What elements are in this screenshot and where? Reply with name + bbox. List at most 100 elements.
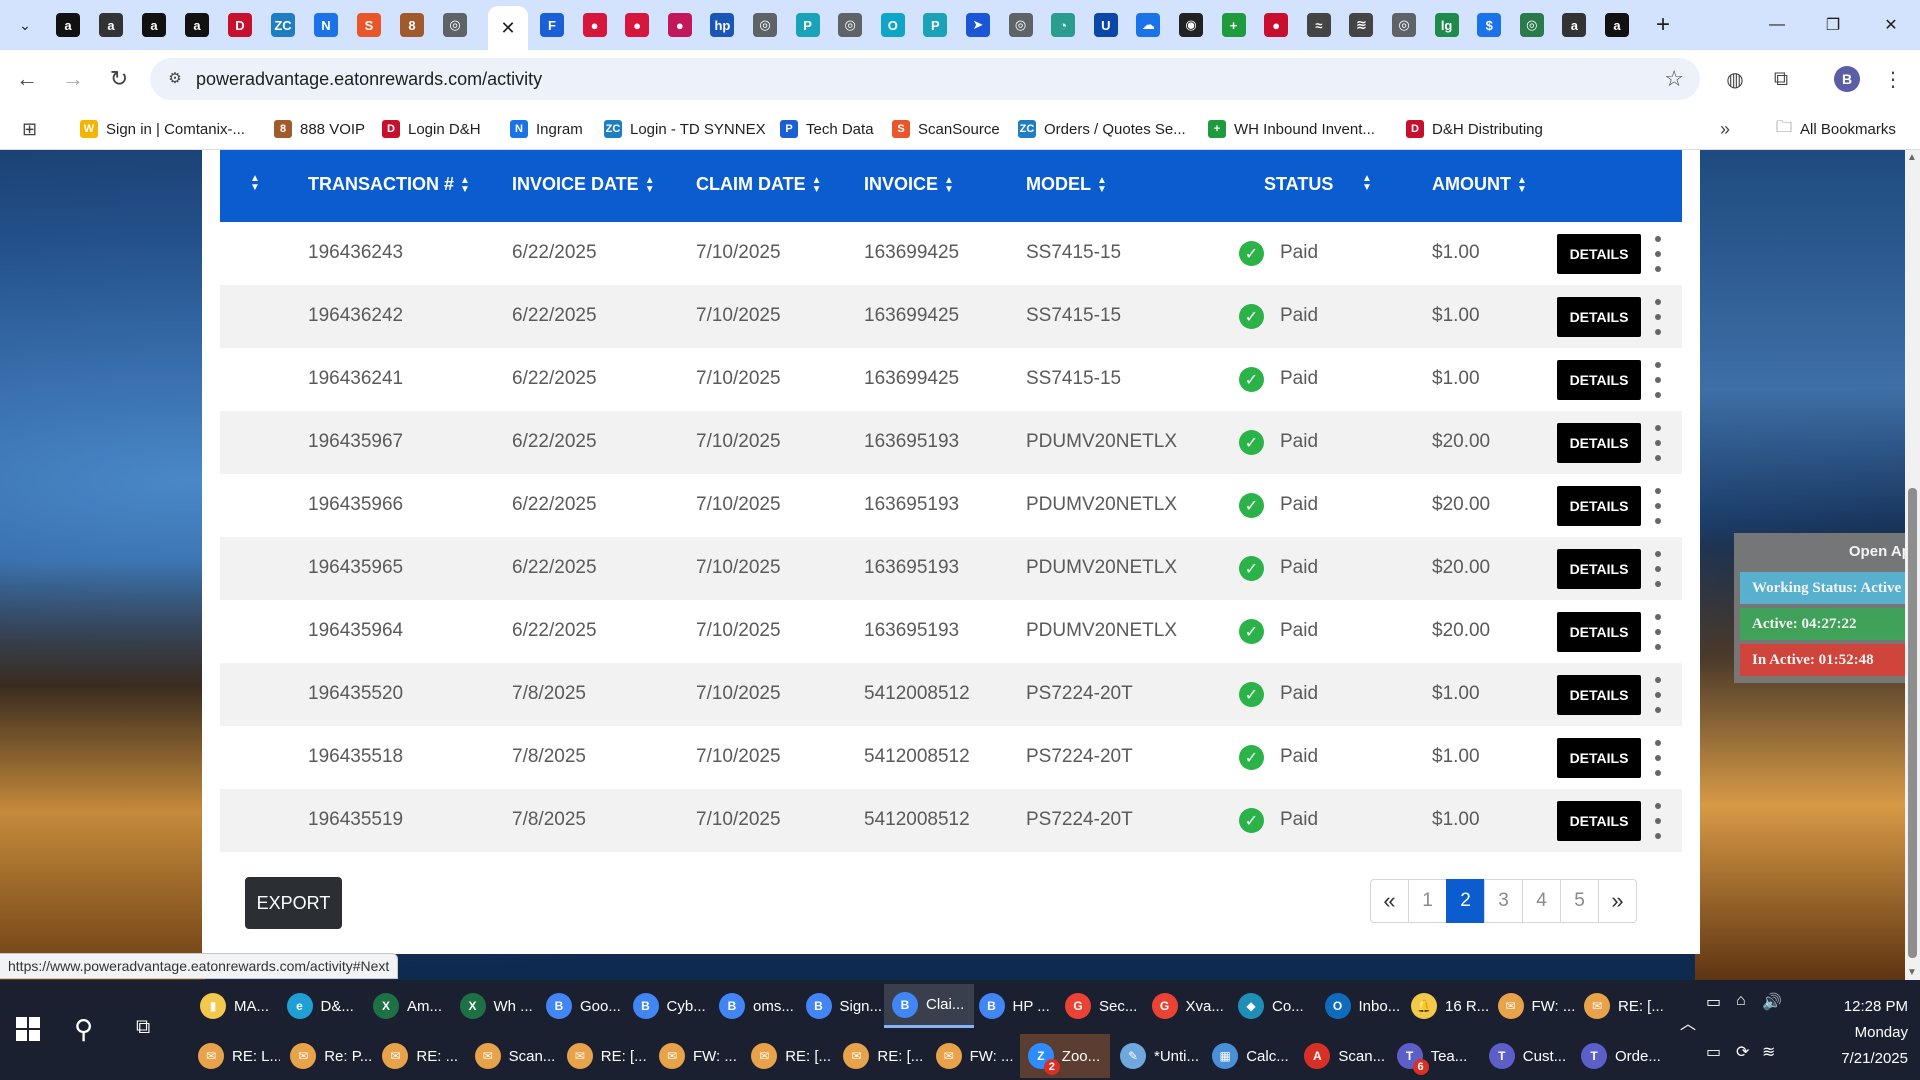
tab-favicon-icon[interactable]: ◎ [753, 13, 777, 37]
taskbar-app[interactable]: G Xva... [1144, 984, 1234, 1028]
details-button[interactable]: DETAILS [1557, 612, 1641, 652]
pagination-page[interactable]: 3 [1484, 879, 1523, 923]
export-button[interactable]: EXPORT [245, 877, 342, 929]
tab-favicon-icon[interactable]: ◎ [443, 13, 467, 37]
taskbar-app[interactable]: ◆ Co... [1230, 984, 1320, 1028]
row-menu-kebab-icon[interactable] [1652, 425, 1664, 461]
tab-favicon-icon[interactable]: ◔ [1051, 13, 1076, 37]
taskbar-app[interactable]: Z 2 Zoo... [1019, 1034, 1110, 1078]
tab-favicon-icon[interactable]: + [1221, 13, 1246, 37]
tab-favicon-icon[interactable]: ● [582, 13, 607, 37]
header-status[interactable]: STATUS [1264, 174, 1333, 195]
tab-favicon-icon[interactable]: ◎ [1392, 13, 1416, 37]
taskbar-app[interactable]: e D&... [279, 984, 369, 1028]
tab-favicon-icon[interactable]: ● [1264, 13, 1289, 37]
scroll-up-icon[interactable]: ▲ [1907, 152, 1917, 163]
taskbar-app[interactable]: X Wh ... [452, 984, 542, 1028]
tab-favicon-icon[interactable]: ZC [271, 13, 295, 37]
browser-menu-icon[interactable]: ⋮ [1878, 64, 1908, 94]
profile-avatar[interactable]: B [1834, 66, 1860, 92]
details-button[interactable]: DETAILS [1557, 423, 1641, 463]
tab-favicon-icon[interactable]: 8 [400, 13, 424, 37]
taskbar-app[interactable]: ▮ MA... [192, 984, 282, 1028]
clock-day[interactable]: Monday [1834, 1024, 1908, 1041]
details-button[interactable]: DETAILS [1557, 675, 1641, 715]
tab-favicon-icon[interactable]: O [880, 13, 905, 37]
bookmark-star-icon[interactable]: ☆ [1664, 66, 1684, 92]
tab-favicon-icon[interactable]: a [185, 13, 209, 37]
header-amount[interactable]: AMOUNT ▲ ▼ [1432, 174, 1527, 195]
tab-favicon-icon[interactable]: ≋ [1349, 13, 1374, 37]
tab-favicon-icon[interactable]: D [228, 13, 252, 37]
taskbar-app[interactable]: B Goo... [538, 984, 628, 1028]
reload-icon[interactable]: ↻ [104, 64, 134, 94]
active-tab-close-icon[interactable]: ✕ [488, 6, 528, 50]
tab-favicon-icon[interactable]: ● [667, 13, 692, 37]
start-windows-icon[interactable] [16, 1017, 40, 1041]
tab-favicon-icon[interactable]: $ [1477, 13, 1502, 37]
taskbar-app[interactable]: ✉ FW: ... [651, 1034, 741, 1078]
tab-favicon-icon[interactable]: a [1562, 13, 1587, 37]
bookmark-item[interactable]: D Login D&H [382, 118, 481, 140]
taskbar-app[interactable]: ✉ FW: ... [1490, 984, 1580, 1028]
forward-icon[interactable]: → [58, 64, 88, 94]
taskbar-app[interactable]: ✎ *Unti... [1112, 1034, 1202, 1078]
bookmark-item[interactable]: P Tech Data [780, 118, 874, 140]
clock-date[interactable]: 7/21/2025 [1834, 1050, 1908, 1067]
scroll-thumb[interactable] [1908, 488, 1917, 958]
all-bookmarks-button[interactable]: 🗀 All Bookmarks [1776, 118, 1896, 140]
pagination-prev-icon[interactable]: « [1370, 879, 1409, 923]
row-menu-kebab-icon[interactable] [1652, 362, 1664, 398]
header-invoice-date[interactable]: INVOICE DATE ▲ ▼ [512, 174, 655, 195]
tab-favicon-icon[interactable]: ● [625, 13, 650, 37]
tab-favicon-icon[interactable]: P [923, 13, 948, 37]
tab-favicon-icon[interactable]: ➤ [966, 13, 990, 37]
details-button[interactable]: DETAILS [1557, 738, 1641, 778]
restore-icon[interactable]: ❐ [1810, 8, 1856, 42]
pagination-next-icon[interactable]: » [1598, 879, 1637, 923]
header-claim-date[interactable]: CLAIM DATE ▲ ▼ [696, 174, 822, 195]
tab-favicon-icon[interactable]: ≈ [1306, 13, 1331, 37]
pagination-page[interactable]: 2 [1446, 879, 1485, 923]
taskbar-app[interactable]: ✉ RE: ... [374, 1034, 464, 1078]
bookmark-item[interactable]: 8 888 VOIP [274, 118, 365, 140]
tray-sync-icon[interactable]: ⟳ [1736, 1042, 1749, 1062]
address-bar[interactable]: ⚙ poweradvantage.eatonrewards.com/activi… [150, 58, 1700, 100]
tab-favicon-icon[interactable]: ◎ [838, 13, 863, 37]
minimize-icon[interactable]: — [1754, 8, 1800, 42]
taskbar-app[interactable]: ✉ RE: [... [743, 1034, 833, 1078]
row-menu-kebab-icon[interactable] [1652, 803, 1664, 839]
tab-favicon-icon[interactable]: ◉ [1179, 13, 1203, 37]
tab-favicon-icon[interactable]: lg [1434, 13, 1459, 37]
url-text[interactable]: poweradvantage.eatonrewards.com/activity [196, 69, 542, 90]
bookmark-item[interactable]: D D&H Distributing [1406, 118, 1543, 140]
taskbar-app[interactable]: ✉ RE: [... [835, 1034, 925, 1078]
bookmark-item[interactable]: ZC Login - TD SYNNEX [604, 118, 766, 140]
tab-favicon-icon[interactable]: a [142, 13, 166, 37]
taskbar-app[interactable]: T Cust... [1481, 1034, 1571, 1078]
tab-favicon-icon[interactable]: F [540, 13, 564, 37]
extensions-icon[interactable]: ⧉ [1766, 64, 1796, 94]
row-menu-kebab-icon[interactable] [1652, 677, 1664, 713]
more-bookmarks-chevron-icon[interactable]: » [1720, 118, 1730, 140]
header-invoice[interactable]: INVOICE ▲ ▼ [864, 174, 954, 195]
taskbar-app[interactable]: X Am... [365, 984, 455, 1028]
header-model[interactable]: MODEL ▲ ▼ [1026, 174, 1107, 195]
details-button[interactable]: DETAILS [1557, 801, 1641, 841]
tab-favicon-icon[interactable]: P [795, 13, 820, 37]
tray-battery-icon[interactable]: ▭ [1706, 992, 1721, 1012]
status-sort-button[interactable]: ▲ ▼ [1356, 174, 1372, 193]
taskbar-app[interactable]: ✉ RE: [... [559, 1034, 649, 1078]
row-menu-kebab-icon[interactable] [1652, 614, 1664, 650]
taskbar-app[interactable]: Boms... [711, 984, 801, 1028]
details-button[interactable]: DETAILS [1557, 486, 1641, 526]
row-menu-kebab-icon[interactable] [1652, 551, 1664, 587]
taskbar-app[interactable]: ✉ Re: P... [282, 1034, 372, 1078]
taskbar-app[interactable]: ✉ Scan... [467, 1034, 557, 1078]
row-menu-kebab-icon[interactable] [1652, 488, 1664, 524]
bookmark-item[interactable]: + WH Inbound Invent... [1208, 118, 1375, 140]
taskbar-app[interactable]: ▦ Calc... [1204, 1034, 1294, 1078]
pagination-page[interactable]: 5 [1560, 879, 1599, 923]
details-button[interactable]: DETAILS [1557, 297, 1641, 337]
clock-time[interactable]: 12:28 PM [1834, 998, 1908, 1015]
